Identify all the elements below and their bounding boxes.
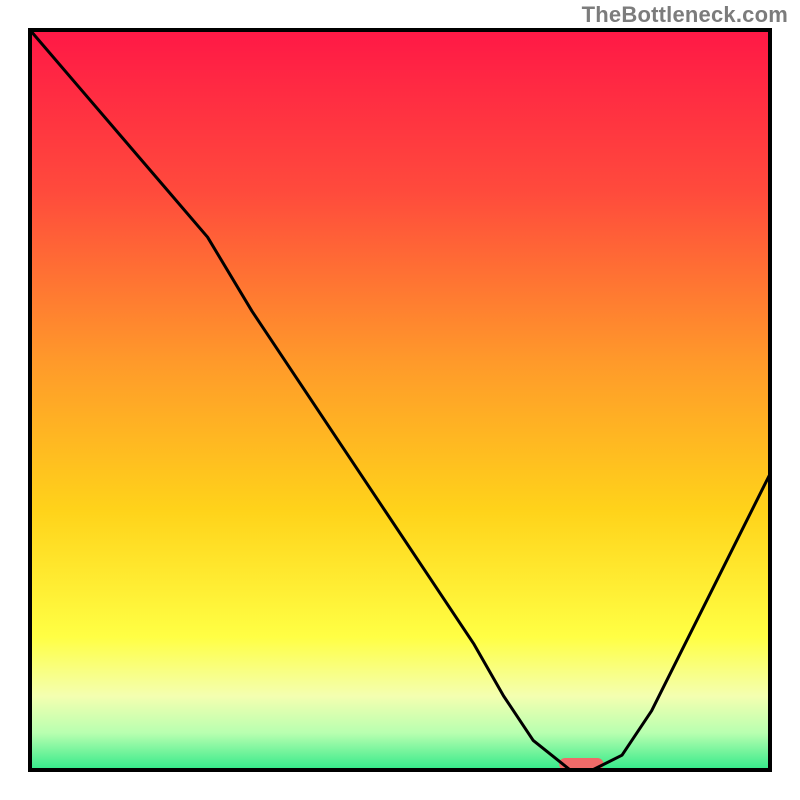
chart-stage: TheBottleneck.com	[0, 0, 800, 800]
plot-background	[30, 30, 770, 770]
bottleneck-chart	[0, 0, 800, 800]
